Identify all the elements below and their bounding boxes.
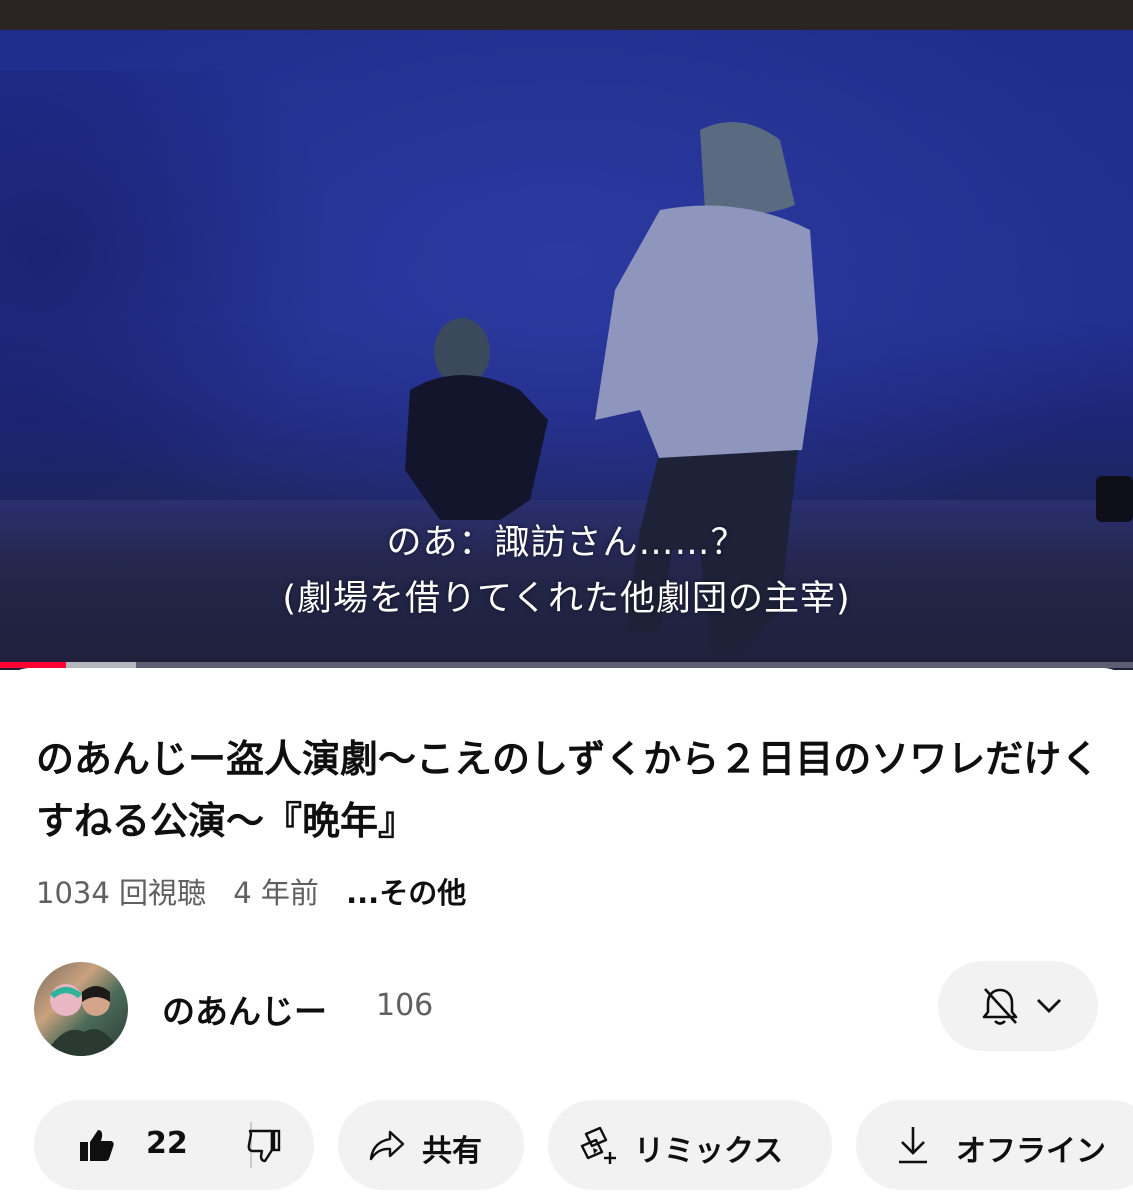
youtube-watch-page: のあ：諏訪さん……？ (劇場を借りてくれた他劇団の主宰) のあんじー盗人演劇〜こ… [0, 0, 1133, 1200]
thumbs-down-icon[interactable] [246, 1128, 282, 1164]
chevron-down-icon [1037, 999, 1061, 1013]
remix-label: リミックス [634, 1134, 784, 1169]
share-button[interactable]: 共有 [338, 1100, 524, 1190]
status-bar [0, 0, 1133, 30]
offline-button[interactable]: オフライン [856, 1100, 1133, 1190]
channel-avatar[interactable] [34, 962, 128, 1056]
thumbs-up-icon[interactable] [78, 1126, 116, 1164]
action-bar: 22 共有 リミックス オフライン [0, 1100, 1133, 1192]
share-icon [369, 1130, 405, 1161]
video-meta[interactable]: 1034 回視聴 4 年前 ...その他 [36, 870, 484, 912]
video-player[interactable]: のあ：諏訪さん……？ (劇場を借りてくれた他劇団の主宰) [0, 30, 1133, 670]
notification-settings-button[interactable] [938, 961, 1098, 1051]
like-dislike-group: 22 [34, 1100, 314, 1190]
share-label: 共有 [422, 1134, 482, 1169]
bell-off-icon [982, 988, 1018, 1025]
view-count: 1034 回視聴 [36, 876, 207, 910]
channel-name[interactable]: のあんじー [162, 985, 327, 1033]
figure-left-body [405, 375, 548, 520]
video-title[interactable]: のあんじー盗人演劇〜こえのしずくから２日目のソワレだけくすねる公演〜『晩年』 [36, 728, 1106, 852]
subtitle-line-2: (劇場を借りてくれた他劇団の主宰) [282, 579, 851, 619]
subscriber-count: 106 [376, 988, 434, 1023]
more-link[interactable]: ...その他 [346, 876, 466, 910]
figure-right-hoodie [595, 205, 818, 460]
offline-label: オフライン [956, 1134, 1106, 1169]
figure-right-hood [700, 122, 795, 214]
subtitle-line-1: のあ：諏訪さん……？ [386, 523, 747, 563]
like-count[interactable]: 22 [146, 1126, 188, 1161]
upload-age: 4 年前 [233, 876, 319, 910]
remix-button[interactable]: リミックス [548, 1100, 832, 1190]
remix-icon [580, 1126, 616, 1164]
download-icon [899, 1127, 927, 1164]
